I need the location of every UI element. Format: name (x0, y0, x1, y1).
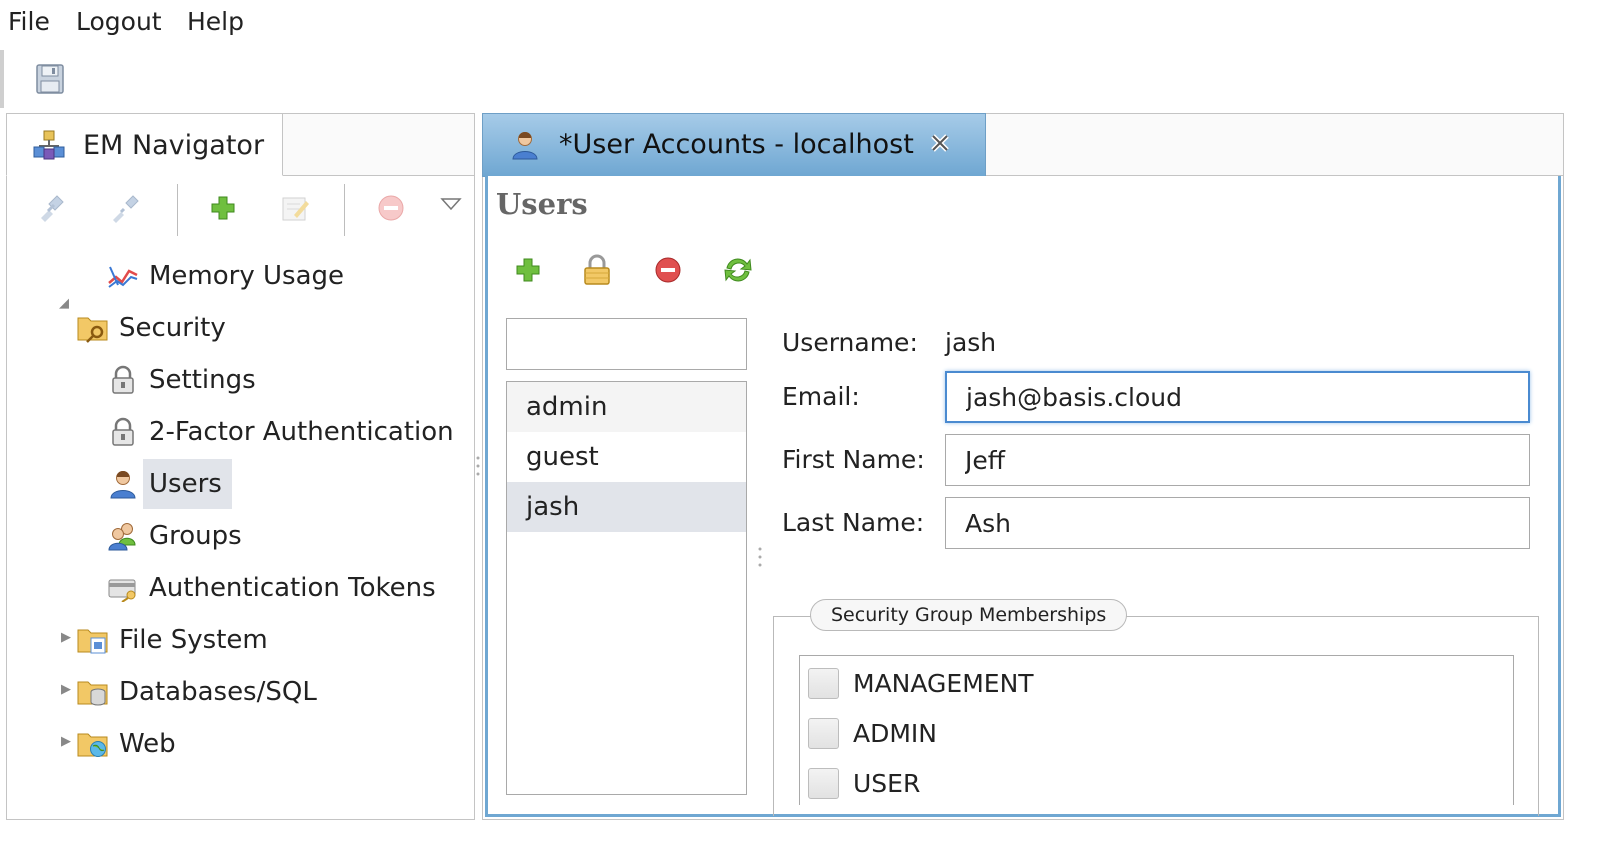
tree-item-groups[interactable]: Groups (107, 513, 242, 559)
group-label: USER (853, 768, 921, 798)
user-icon (511, 130, 539, 164)
group-icon (107, 520, 139, 552)
token-icon (107, 572, 139, 604)
group-row-user[interactable]: USER (808, 763, 920, 803)
tree-item-label: Users (143, 459, 232, 509)
first-name-label: First Name: (782, 445, 925, 474)
tab-user-accounts-label: *User Accounts - localhost (559, 129, 914, 160)
chart-icon (107, 260, 139, 292)
panel-splitter[interactable] (475, 455, 481, 477)
refresh-icon[interactable] (716, 248, 760, 292)
menu-help[interactable]: Help (187, 7, 244, 36)
close-icon[interactable] (929, 132, 951, 158)
lock-icon[interactable] (575, 248, 619, 292)
user-list-item-jash[interactable]: jash (507, 482, 746, 532)
user-icon (107, 468, 139, 500)
folder-key-icon (77, 312, 109, 344)
add-icon[interactable] (205, 190, 241, 226)
group-label: ADMIN (853, 718, 937, 748)
tree-item-label: Groups (149, 521, 242, 551)
lock-icon (107, 416, 139, 448)
tree-item-label: Memory Usage (149, 261, 345, 291)
user-list-item-admin[interactable]: admin (507, 382, 746, 432)
toolbar-separator (177, 184, 178, 236)
user-list: admin guest jash (506, 381, 747, 795)
expand-arrow-icon[interactable]: ▶ (61, 734, 71, 749)
lock-icon (107, 364, 139, 396)
menu-bar: File Logout Help (0, 0, 1600, 46)
security-groups-list: MANAGEMENT ADMIN USER (799, 655, 1514, 805)
tree-item-databases-sql[interactable]: Databases/SQL (77, 669, 317, 715)
folder-db-icon (77, 676, 109, 708)
security-groups-legend: Security Group Memberships (810, 599, 1128, 631)
user-filter-input[interactable] (506, 318, 747, 370)
section-title: Users (496, 187, 588, 221)
user-list-item-guest[interactable]: guest (507, 432, 746, 482)
menu-file[interactable]: File (8, 7, 50, 36)
email-field[interactable] (945, 371, 1530, 423)
tree-item-label: 2-Factor Authentication (149, 417, 454, 447)
menu-logout[interactable]: Logout (76, 7, 162, 36)
tree-item-label: Settings (149, 365, 256, 395)
main-toolbar (0, 50, 1600, 108)
group-checkbox[interactable] (808, 767, 839, 799)
tab-em-navigator-label: EM Navigator (83, 130, 265, 161)
expand-arrow-icon[interactable]: ▶ (61, 630, 71, 645)
disconnect-icon[interactable] (107, 190, 143, 226)
remove-user-icon[interactable] (646, 248, 690, 292)
folder-file-icon (77, 624, 109, 656)
save-icon[interactable] (36, 64, 64, 98)
tree-item-memory-usage[interactable]: Memory Usage (107, 253, 344, 299)
connect-icon[interactable] (33, 190, 69, 226)
tree-item-users[interactable]: Users (107, 459, 232, 509)
dropdown-icon[interactable] (433, 186, 469, 222)
edit-icon[interactable] (277, 190, 313, 226)
tab-em-navigator[interactable]: EM Navigator (6, 113, 283, 176)
users-toolbar (506, 248, 806, 292)
last-name-label: Last Name: (782, 508, 925, 537)
group-label: MANAGEMENT (853, 668, 1034, 698)
toolbar-grip (0, 50, 4, 108)
toolbar-separator (344, 184, 345, 236)
tree-item-settings[interactable]: Settings (107, 357, 256, 403)
add-user-icon[interactable] (506, 248, 550, 292)
navigator-icon (33, 130, 65, 164)
editor-tabbar: *User Accounts - localhost (482, 113, 1563, 177)
navigator-toolbar (7, 178, 474, 238)
first-name-field[interactable] (945, 434, 1530, 486)
tree-item-label: Authentication Tokens (149, 573, 436, 603)
tab-user-accounts[interactable]: *User Accounts - localhost (482, 113, 986, 177)
group-checkbox[interactable] (808, 667, 839, 699)
group-row-management[interactable]: MANAGEMENT (808, 663, 1034, 703)
username-value: jash (945, 328, 997, 357)
collapse-arrow-icon[interactable]: ◢ (59, 296, 69, 311)
remove-icon[interactable] (373, 190, 409, 226)
tree-item-label: Security (119, 313, 226, 343)
navigator-tabbar: EM Navigator (6, 113, 474, 176)
tree-item-file-system[interactable]: File System (77, 617, 268, 663)
last-name-field[interactable] (945, 497, 1530, 549)
tree-item-web[interactable]: Web (77, 721, 176, 767)
tree-item-authentication-tokens[interactable]: Authentication Tokens (107, 565, 436, 611)
navigator-panel: EM Navigator Memory Usage ◢ Security Set… (6, 113, 475, 820)
tree-item-label: File System (119, 625, 268, 655)
window-bottom-edge (0, 820, 1600, 844)
tree-item-label: Web (119, 729, 176, 759)
folder-web-icon (77, 728, 109, 760)
email-label: Email: (782, 382, 860, 411)
tree-item-security[interactable]: Security (77, 305, 226, 351)
username-label: Username: (782, 328, 918, 357)
tree-item-2-factor-authentication[interactable]: 2-Factor Authentication (107, 409, 454, 455)
group-checkbox[interactable] (808, 717, 839, 749)
tree-item-label: Databases/SQL (119, 677, 317, 707)
expand-arrow-icon[interactable]: ▶ (61, 682, 71, 697)
detail-splitter[interactable] (757, 546, 763, 568)
group-row-admin[interactable]: ADMIN (808, 713, 937, 753)
